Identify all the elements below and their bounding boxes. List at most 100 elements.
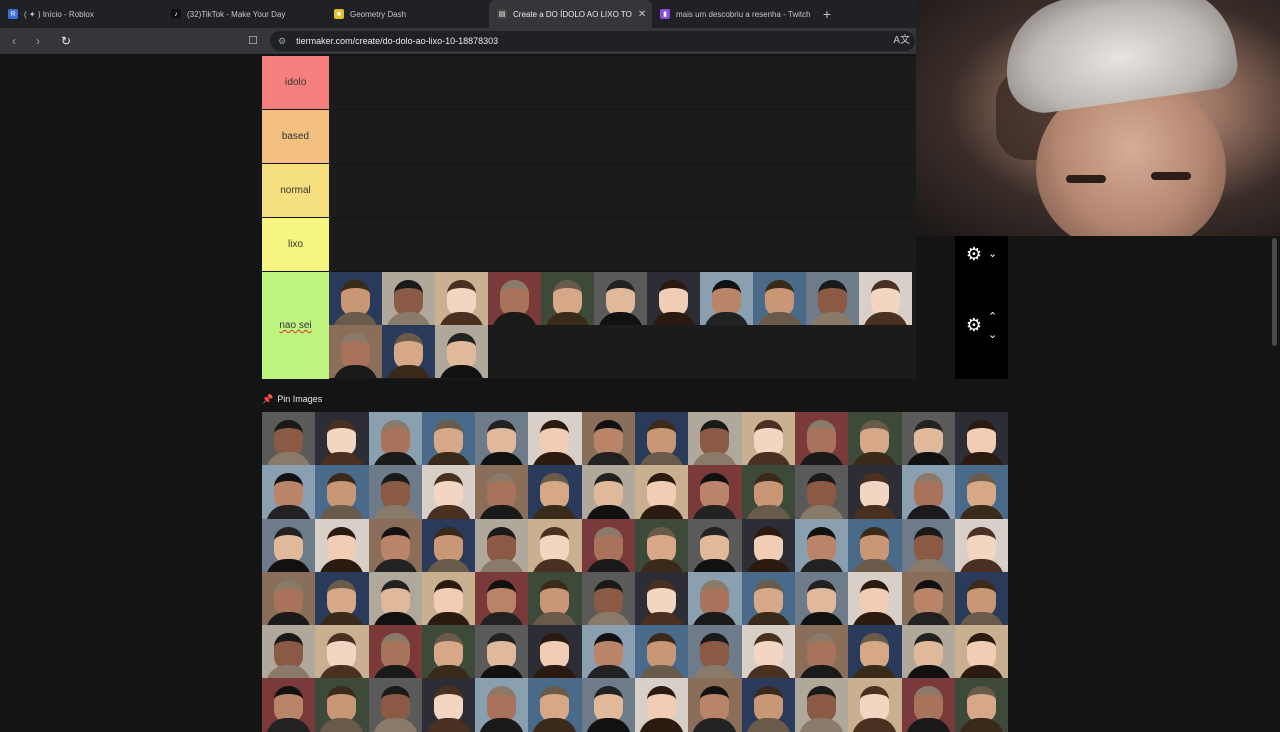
browser-tab[interactable]: ♪ (32)TikTok - Make Your Day xyxy=(163,0,326,28)
tier-image[interactable] xyxy=(315,412,369,466)
tier-image[interactable] xyxy=(954,518,1009,572)
tier-image[interactable] xyxy=(421,571,476,626)
tier-image[interactable] xyxy=(368,571,422,626)
tier-image[interactable] xyxy=(262,625,316,679)
tier-image[interactable] xyxy=(848,465,902,519)
site-info-icon[interactable]: ⚙ xyxy=(278,36,286,47)
tier-image[interactable] xyxy=(688,678,742,732)
tier-image[interactable] xyxy=(741,571,795,626)
tier-image[interactable] xyxy=(368,412,422,466)
tier-image[interactable] xyxy=(688,465,742,519)
tier-image[interactable] xyxy=(688,571,742,626)
tier-image[interactable] xyxy=(315,678,369,732)
tier-drop-zone[interactable] xyxy=(329,56,916,109)
tier-image[interactable] xyxy=(421,412,476,466)
tier-image[interactable] xyxy=(329,272,382,325)
tier-image[interactable] xyxy=(528,571,582,626)
tier-image[interactable] xyxy=(368,678,422,732)
gear-icon[interactable]: ⚙ xyxy=(966,315,982,336)
tier-image[interactable] xyxy=(315,518,369,572)
tier-label[interactable]: ídolo xyxy=(262,56,329,109)
tier-image[interactable] xyxy=(488,272,541,325)
tier-image[interactable] xyxy=(688,412,742,466)
forward-icon[interactable]: › xyxy=(28,34,48,48)
tier-drop-zone[interactable] xyxy=(329,272,916,379)
tier-image[interactable] xyxy=(741,465,795,519)
tier-drop-zone[interactable] xyxy=(329,218,916,271)
tier-image[interactable] xyxy=(741,678,795,732)
tier-image[interactable] xyxy=(954,678,1009,732)
close-tab-icon[interactable]: ✕ xyxy=(638,9,646,20)
tier-image[interactable] xyxy=(700,272,753,325)
tier-image[interactable] xyxy=(528,412,582,466)
tier-image[interactable] xyxy=(688,625,742,679)
tier-image[interactable] xyxy=(435,272,488,325)
tier-image[interactable] xyxy=(635,571,689,626)
tier-image[interactable] xyxy=(688,518,742,572)
tier-image[interactable] xyxy=(421,465,476,519)
tier-image[interactable] xyxy=(848,518,902,572)
tier-image[interactable] xyxy=(635,518,689,572)
chevron-down-icon[interactable]: ⌄ xyxy=(988,245,997,263)
tier-image[interactable] xyxy=(528,625,582,679)
tier-image[interactable] xyxy=(594,272,647,325)
tier-image[interactable] xyxy=(475,518,529,572)
tier-image[interactable] xyxy=(528,678,582,732)
tier-image[interactable] xyxy=(581,412,636,466)
tier-image[interactable] xyxy=(329,325,382,378)
tier-image[interactable] xyxy=(794,571,849,626)
pin-images-header[interactable]: 📌 Pin Images xyxy=(262,392,322,406)
tier-image[interactable] xyxy=(848,412,902,466)
browser-tab[interactable]: R ( ✦ ) Início - Roblox xyxy=(0,0,163,28)
tier-image[interactable] xyxy=(262,678,316,732)
tier-image[interactable] xyxy=(848,678,902,732)
new-tab-icon[interactable]: + xyxy=(815,6,839,22)
tier-image[interactable] xyxy=(421,625,476,679)
tier-label[interactable]: lixo xyxy=(262,218,329,271)
tier-image[interactable] xyxy=(262,465,316,519)
tier-image[interactable] xyxy=(635,465,689,519)
tier-image[interactable] xyxy=(741,412,795,466)
tier-image[interactable] xyxy=(859,272,912,325)
tier-image[interactable] xyxy=(475,678,529,732)
tier-image[interactable] xyxy=(901,412,955,466)
tier-image[interactable] xyxy=(475,571,529,626)
tier-image[interactable] xyxy=(262,571,316,626)
tier-image[interactable] xyxy=(315,571,369,626)
tier-image[interactable] xyxy=(794,625,849,679)
tier-image[interactable] xyxy=(581,465,636,519)
tier-image[interactable] xyxy=(741,625,795,679)
tier-image[interactable] xyxy=(382,325,435,378)
tier-image[interactable] xyxy=(315,465,369,519)
tier-image[interactable] xyxy=(901,625,955,679)
tier-image[interactable] xyxy=(794,412,849,466)
tier-image[interactable] xyxy=(475,465,529,519)
tier-image[interactable] xyxy=(581,625,636,679)
tier-image[interactable] xyxy=(368,465,422,519)
tier-image[interactable] xyxy=(954,625,1009,679)
tier-image[interactable] xyxy=(581,571,636,626)
tier-image[interactable] xyxy=(528,465,582,519)
bookmark-icon[interactable]: ☐ xyxy=(248,34,258,47)
tier-image[interactable] xyxy=(435,325,488,378)
tier-image[interactable] xyxy=(421,518,476,572)
browser-tab[interactable]: ▮ mais um descobriu a resenha - Twitch xyxy=(652,0,815,28)
tier-image[interactable] xyxy=(528,518,582,572)
tier-image[interactable] xyxy=(368,518,422,572)
tier-drop-zone[interactable] xyxy=(329,164,916,217)
tier-drop-zone[interactable] xyxy=(329,110,916,163)
tier-image[interactable] xyxy=(794,465,849,519)
tier-image[interactable] xyxy=(635,412,689,466)
tier-image[interactable] xyxy=(806,272,859,325)
tier-image[interactable] xyxy=(475,625,529,679)
tier-image[interactable] xyxy=(901,465,955,519)
scrollbar-thumb[interactable] xyxy=(1272,238,1277,346)
chevron-up-icon[interactable]: ⌃ xyxy=(988,308,997,326)
tier-image[interactable] xyxy=(382,272,435,325)
translate-icon[interactable]: A文 xyxy=(893,31,910,46)
tier-image[interactable] xyxy=(794,678,849,732)
tier-image[interactable] xyxy=(475,412,529,466)
back-icon[interactable]: ‹ xyxy=(4,34,24,48)
tier-image[interactable] xyxy=(901,571,955,626)
tier-label[interactable]: nao sei xyxy=(262,272,329,379)
